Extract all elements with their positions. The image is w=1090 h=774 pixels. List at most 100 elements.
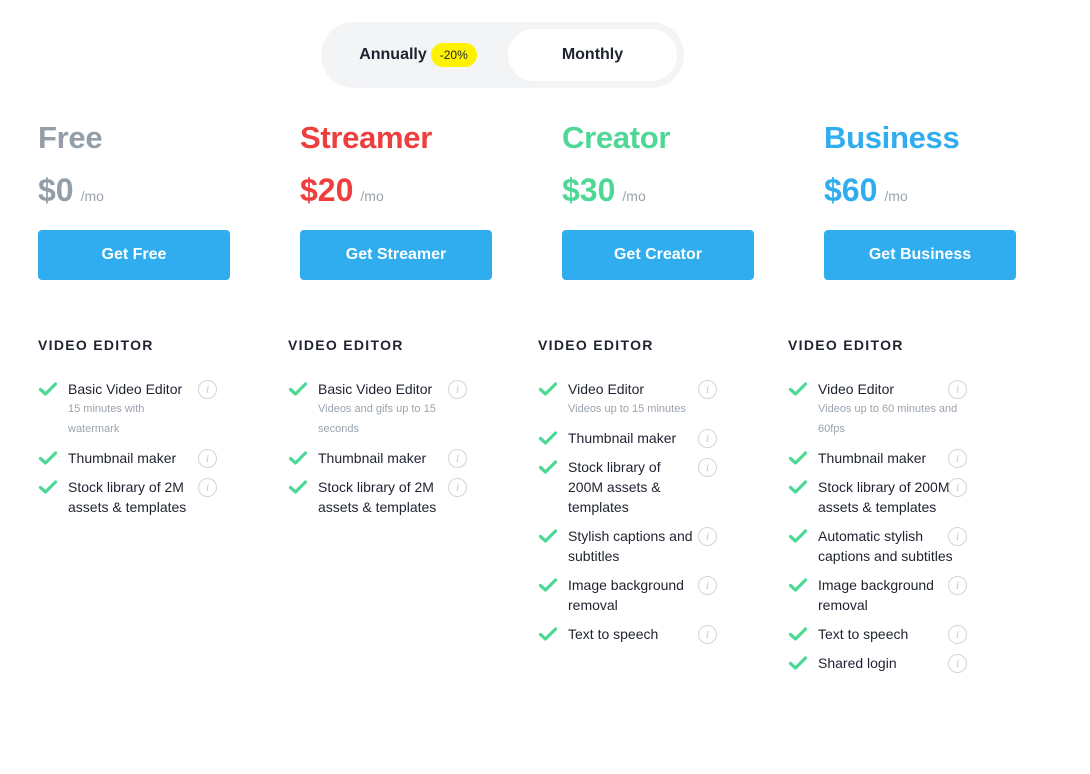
feature-item: Stock library of 2M assets & templates i xyxy=(288,477,488,517)
price-row: $60 /mo xyxy=(824,172,1074,216)
feature-label: Automatic stylish captions and subtitles xyxy=(818,528,953,564)
feature-item: Stylish captions and subtitles i xyxy=(538,526,738,566)
feature-label: Basic Video Editor xyxy=(68,381,183,397)
feature-text: Text to speech xyxy=(568,624,696,644)
feature-text: Stock library of 2M assets & templates xyxy=(318,477,446,517)
feature-text: Basic Video Editor Videos and gifs up to … xyxy=(318,379,446,439)
check-icon xyxy=(788,480,808,494)
info-icon[interactable]: i xyxy=(948,380,967,399)
check-icon xyxy=(538,627,558,641)
info-icon[interactable]: i xyxy=(698,527,717,546)
feature-note: Videos and gifs up to 15 seconds xyxy=(318,403,436,435)
check-icon xyxy=(788,578,808,592)
feature-text: Stylish captions and subtitles xyxy=(568,526,696,566)
plan-price: $20 xyxy=(300,172,354,208)
plan-price: $30 xyxy=(562,172,616,208)
check-icon xyxy=(788,451,808,465)
check-icon xyxy=(38,480,58,494)
get-streamer-button[interactable]: Get Streamer xyxy=(300,230,492,280)
feature-text: Text to speech xyxy=(818,624,958,644)
feature-list: Video Editor Videos up to 15 minutes i Thum… xyxy=(538,379,738,644)
info-icon[interactable]: i xyxy=(948,625,967,644)
get-creator-button[interactable]: Get Creator xyxy=(562,230,754,280)
feature-item: Image background removal i xyxy=(538,575,738,615)
feature-item: Basic Video Editor 15 minutes with waterm… xyxy=(38,379,238,439)
annual-label: Annually xyxy=(359,46,427,63)
check-icon xyxy=(538,460,558,474)
check-icon xyxy=(788,382,808,396)
info-icon[interactable]: i xyxy=(448,478,467,497)
feature-text: Thumbnail maker xyxy=(318,448,446,468)
check-icon xyxy=(38,382,58,396)
feature-label: Thumbnail maker xyxy=(568,430,677,446)
feature-item: Thumbnail maker i xyxy=(288,448,488,468)
plan-card-business: Business $60 /mo Get Business xyxy=(824,116,1074,280)
check-icon xyxy=(538,529,558,543)
info-icon[interactable]: i xyxy=(948,654,967,673)
info-icon[interactable]: i xyxy=(948,478,967,497)
feature-text: Automatic stylish captions and subtitles xyxy=(818,526,958,566)
info-icon[interactable]: i xyxy=(698,380,717,399)
monthly-option[interactable]: Monthly xyxy=(508,29,677,81)
check-icon xyxy=(788,627,808,641)
feature-label: Text to speech xyxy=(568,626,659,642)
section-title: VIDEO EDITOR xyxy=(38,337,154,353)
feature-text: Thumbnail maker xyxy=(568,428,696,448)
monthly-label: Monthly xyxy=(561,46,624,63)
section-title: VIDEO EDITOR xyxy=(788,337,904,353)
feature-text: Video Editor Videos up to 60 minutes and … xyxy=(818,379,958,439)
feature-label: Stock library of 2M assets & templates xyxy=(68,479,187,515)
feature-text: Stock library of 2M assets & templates xyxy=(68,477,196,517)
feature-text: Thumbnail maker xyxy=(818,448,958,468)
check-icon xyxy=(788,656,808,670)
feature-text: Stock library of 200M assets & templates xyxy=(568,457,696,517)
section-title: VIDEO EDITOR xyxy=(288,337,404,353)
feature-item: Stock library of 200M assets & templates… xyxy=(788,477,988,517)
feature-note: Videos up to 15 minutes xyxy=(568,403,686,415)
feature-text: Stock library of 200M assets & templates xyxy=(818,477,958,517)
plan-name: Free xyxy=(38,120,103,155)
feature-note: Videos up to 60 minutes and 60fps xyxy=(818,403,958,435)
info-icon[interactable]: i xyxy=(198,449,217,468)
feature-label: Stock library of 200M assets & templates xyxy=(818,479,950,515)
info-icon[interactable]: i xyxy=(698,576,717,595)
feature-item: Image background removal i xyxy=(788,575,988,615)
plan-card-streamer: Streamer $20 /mo Get Streamer xyxy=(300,116,550,280)
feature-label: Video Editor xyxy=(568,381,645,397)
features-business: VIDEO EDITOR Video Editor Videos up to 60… xyxy=(788,337,988,682)
feature-item: Shared login i xyxy=(788,653,988,673)
plan-card-free: Free $0 /mo Get Free xyxy=(38,116,288,280)
price-period: /mo xyxy=(80,188,104,204)
feature-note: 15 minutes with watermark xyxy=(68,403,145,435)
feature-label: Text to speech xyxy=(818,626,909,642)
check-icon xyxy=(288,451,308,465)
info-icon[interactable]: i xyxy=(948,527,967,546)
feature-text: Basic Video Editor 15 minutes with waterm… xyxy=(68,379,196,439)
info-icon[interactable]: i xyxy=(698,458,717,477)
price-period: /mo xyxy=(360,188,384,204)
check-icon xyxy=(538,382,558,396)
features-free: VIDEO EDITOR Basic Video Editor 15 minute… xyxy=(38,337,238,526)
check-icon xyxy=(38,451,58,465)
feature-item: Stock library of 200M assets & templates… xyxy=(538,457,738,517)
feature-text: Thumbnail maker xyxy=(68,448,196,468)
feature-item: Thumbnail maker i xyxy=(538,428,738,448)
feature-item: Stock library of 2M assets & templates i xyxy=(38,477,238,517)
price-row: $20 /mo xyxy=(300,172,550,216)
feature-label: Thumbnail maker xyxy=(818,450,927,466)
annual-option[interactable]: Annually -20% xyxy=(328,29,508,81)
check-icon xyxy=(788,529,808,543)
info-icon[interactable]: i xyxy=(948,449,967,468)
info-icon[interactable]: i xyxy=(448,449,467,468)
get-free-button[interactable]: Get Free xyxy=(38,230,230,280)
get-business-button[interactable]: Get Business xyxy=(824,230,1016,280)
info-icon[interactable]: i xyxy=(698,429,717,448)
check-icon xyxy=(288,382,308,396)
feature-text: Shared login xyxy=(818,653,958,673)
info-icon[interactable]: i xyxy=(198,380,217,399)
info-icon[interactable]: i xyxy=(198,478,217,497)
info-icon[interactable]: i xyxy=(948,576,967,595)
feature-label: Image background removal xyxy=(818,577,934,613)
info-icon[interactable]: i xyxy=(448,380,467,399)
info-icon[interactable]: i xyxy=(698,625,717,644)
